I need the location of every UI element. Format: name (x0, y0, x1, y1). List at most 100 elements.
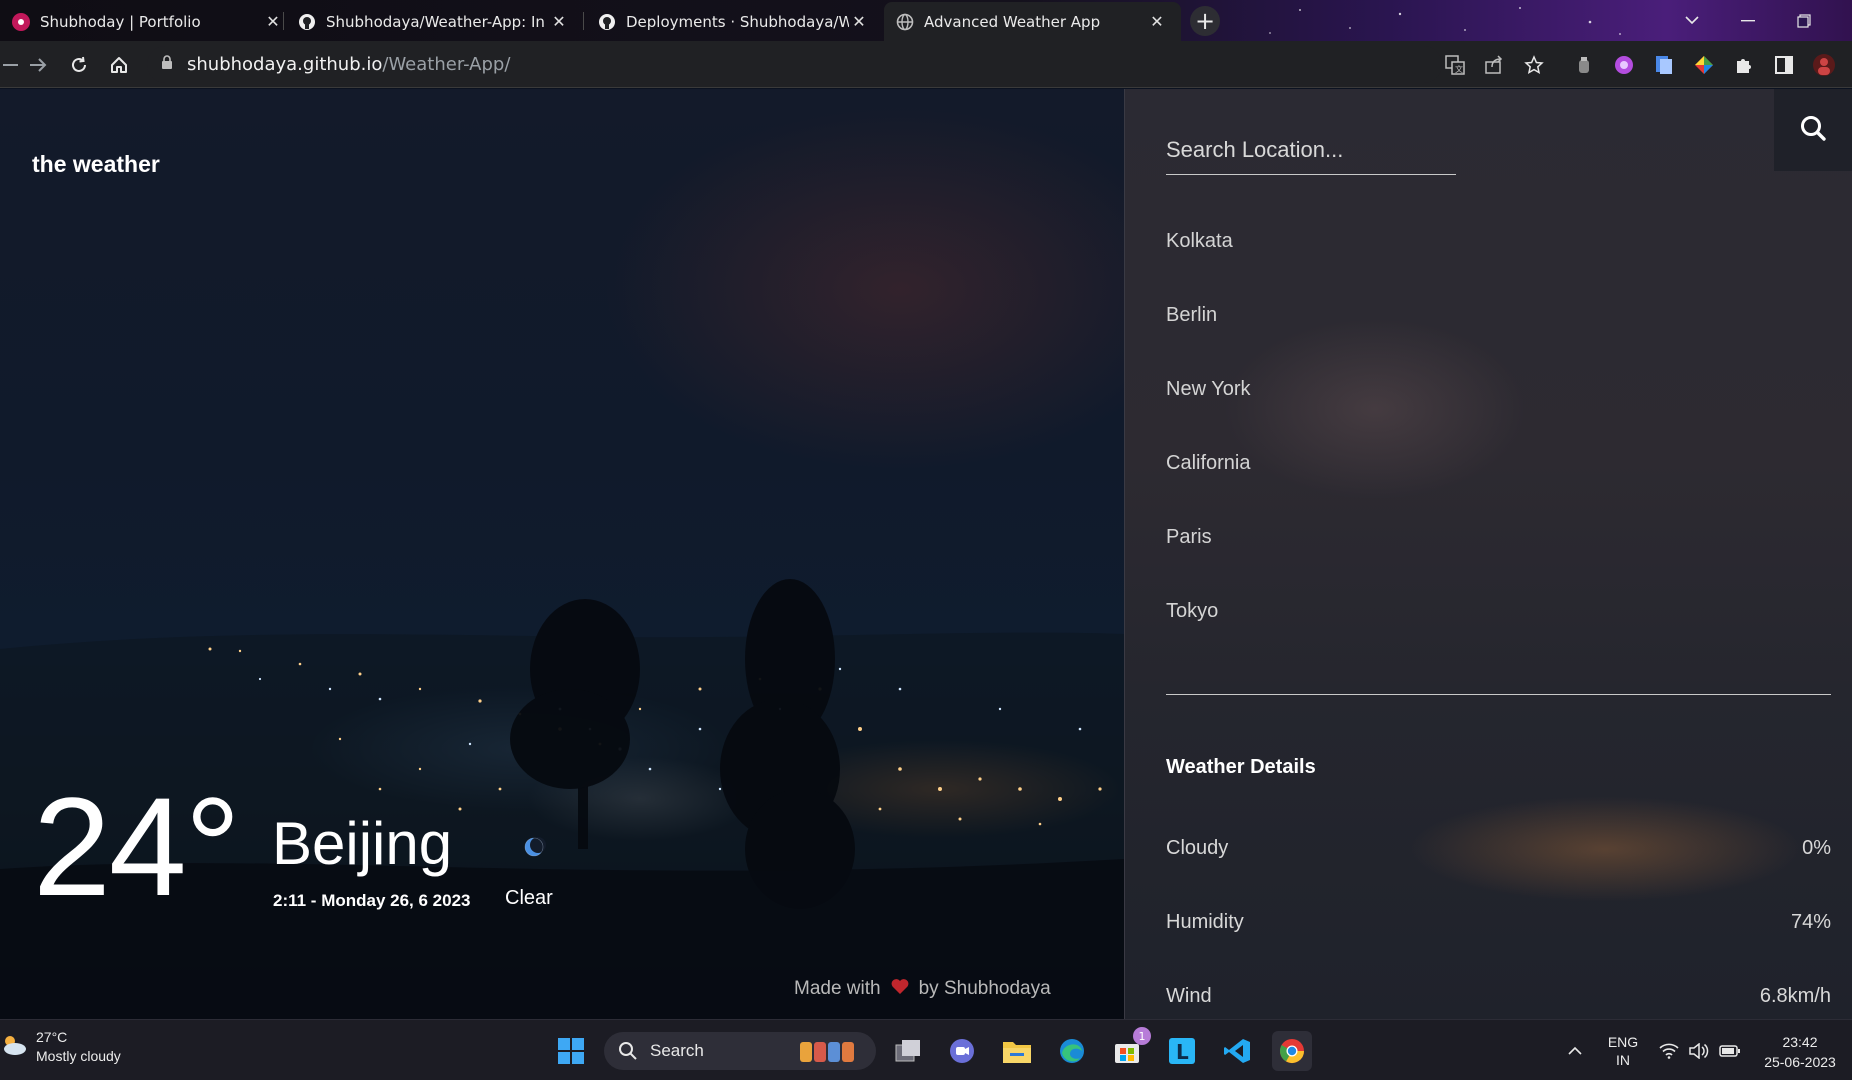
brand-logo: the weather (32, 151, 160, 177)
city-item-tokyo[interactable]: Tokyo (1166, 599, 1251, 673)
battery-icon[interactable] (1716, 1020, 1744, 1080)
url-text: shubhodaya.github.io/Weather-App/ (187, 54, 510, 75)
svg-text:文: 文 (1455, 64, 1463, 74)
extension-docs-icon[interactable] (1652, 53, 1676, 77)
footer-made-with: Made with (794, 978, 881, 999)
tab-weather-app[interactable]: Advanced Weather App ✕ (884, 2, 1181, 41)
volume-icon[interactable] (1686, 1020, 1712, 1080)
address-bar[interactable]: shubhodaya.github.io/Weather-App/ (147, 46, 1442, 83)
detail-label: Cloudy (1166, 837, 1229, 859)
side-panel-icon[interactable] (1772, 53, 1796, 77)
language-indicator[interactable]: ENG IN (1600, 1020, 1646, 1080)
city-item-new-york[interactable]: New York (1166, 377, 1251, 451)
taskbar-weather-desc: Mostly cloudy (36, 1048, 121, 1064)
city-item-paris[interactable]: Paris (1166, 525, 1251, 599)
weather-app-page: the weather 24° Beijing 2:11 - Monday 26… (0, 89, 1852, 1019)
clock-time: 23:42 (1782, 1034, 1818, 1050)
detail-label: Humidity (1166, 911, 1244, 933)
home-icon[interactable] (103, 49, 135, 81)
portfolio-favicon (12, 12, 30, 31)
url-path: /Weather-App/ (382, 54, 511, 75)
l-app-icon[interactable]: L (1162, 1031, 1202, 1071)
restore-icon[interactable] (1776, 0, 1832, 41)
bookmark-star-icon[interactable] (1522, 53, 1546, 77)
svg-text:L: L (1176, 1040, 1189, 1064)
tab-title: Deployments · Shubhodaya/Wea (626, 12, 849, 31)
city-list: Kolkata Berlin New York California Paris… (1166, 229, 1251, 673)
taskbar-search-box[interactable]: Search (604, 1032, 876, 1070)
tab-separator (283, 12, 284, 30)
edge-browser-icon[interactable] (1052, 1031, 1092, 1071)
detail-value: 6.8km/h (1759, 985, 1831, 1007)
detail-row-humidity: Humidity 74% (1166, 911, 1831, 934)
chrome-icon[interactable] (1272, 1031, 1312, 1071)
minimize-icon[interactable] (1720, 0, 1776, 41)
footer-credit: Made with by Shubhodaya (794, 977, 1051, 1001)
github-icon (298, 13, 316, 31)
city-item-kolkata[interactable]: Kolkata (1166, 229, 1251, 303)
tab-close-icon[interactable]: ✕ (263, 12, 283, 31)
taskbar-weather-widget[interactable]: 27°C Mostly cloudy (0, 1028, 121, 1066)
weather-condition: Clear (505, 887, 553, 909)
system-clock[interactable]: 23:42 25-06-2023 (1752, 1032, 1848, 1072)
vscode-icon[interactable] (1217, 1031, 1257, 1071)
share-icon[interactable] (1482, 53, 1506, 77)
browser-tab-strip: Shubhoday | Portfolio ✕ Shubhodaya/Weath… (0, 0, 1852, 41)
translate-icon[interactable]: 文 (1443, 53, 1467, 77)
windows-taskbar: 27°C Mostly cloudy Search 1 L ENG IN 23:… (0, 1019, 1852, 1080)
search-icon (1799, 114, 1827, 146)
city-item-berlin[interactable]: Berlin (1166, 303, 1251, 377)
detail-value: 0% (1802, 837, 1831, 859)
moon-icon (521, 834, 547, 860)
extensions-puzzle-icon[interactable] (1732, 53, 1756, 77)
microsoft-store-icon[interactable]: 1 (1107, 1027, 1151, 1071)
github-icon (598, 13, 616, 31)
new-tab-button[interactable]: + (1190, 6, 1220, 36)
side-panel: Kolkata Berlin New York California Paris… (1124, 89, 1852, 1019)
tab-title: Advanced Weather App (924, 12, 1101, 31)
file-explorer-icon[interactable] (997, 1031, 1037, 1071)
search-highlight-icon (798, 1038, 864, 1064)
task-view-icon[interactable] (888, 1031, 928, 1071)
weather-details-title: Weather Details (1166, 756, 1316, 778)
tab-close-icon[interactable]: ✕ (549, 12, 569, 31)
tab-title: Shubhodaya/Weather-App: In thi (326, 12, 549, 31)
tab-title: Shubhoday | Portfolio (40, 12, 201, 31)
tab-deployments[interactable]: Deployments · Shubhodaya/Wea ✕ (586, 2, 883, 41)
teams-chat-icon[interactable] (942, 1031, 982, 1071)
current-temperature: 24° (33, 768, 241, 925)
extension-purple-icon[interactable] (1612, 53, 1636, 77)
clock-date: 25-06-2023 (1764, 1054, 1836, 1070)
globe-icon (896, 13, 914, 31)
lock-icon (161, 55, 173, 74)
local-datetime: 2:11 - Monday 26, 6 2023 (273, 891, 471, 910)
tab-github-repo[interactable]: Shubhodaya/Weather-App: In thi ✕ (286, 2, 583, 41)
tab-search-chevron-icon[interactable] (1664, 0, 1720, 41)
lang-top: ENG (1607, 1033, 1639, 1050)
browser-toolbar: shubhodaya.github.io/Weather-App/ 文 (0, 41, 1852, 88)
extension-jar-icon[interactable] (1572, 53, 1596, 77)
store-notification-badge: 1 (1133, 1027, 1151, 1045)
taskbar-search-label: Search (650, 1041, 704, 1060)
search-button[interactable] (1774, 89, 1852, 171)
weather-hero: the weather 24° Beijing 2:11 - Monday 26… (0, 89, 1124, 1019)
profile-avatar[interactable] (1812, 53, 1836, 77)
city-item-california[interactable]: California (1166, 451, 1251, 525)
tab-close-icon[interactable]: ✕ (1147, 12, 1167, 31)
extension-colorpicker-icon[interactable] (1692, 53, 1716, 77)
reload-icon[interactable] (63, 49, 95, 81)
tray-overflow-chevron-icon[interactable] (1560, 1020, 1590, 1080)
taskbar-weather-temp: 27°C (36, 1029, 68, 1045)
forward-arrow-icon[interactable] (22, 49, 54, 81)
wifi-icon[interactable] (1656, 1020, 1682, 1080)
tab-portfolio[interactable]: Shubhoday | Portfolio ✕ (0, 2, 297, 41)
cloud-sun-icon (0, 1031, 28, 1063)
detail-value: 74% (1790, 911, 1831, 933)
search-input[interactable] (1166, 125, 1456, 174)
tab-close-icon[interactable]: ✕ (849, 12, 869, 31)
windows-start-icon[interactable] (551, 1031, 591, 1071)
search-location-field[interactable] (1166, 125, 1456, 175)
lang-bottom: IN (1616, 1051, 1630, 1068)
detail-row-wind: Wind 6.8km/h (1166, 985, 1831, 1008)
detail-label: Wind (1166, 985, 1212, 1007)
